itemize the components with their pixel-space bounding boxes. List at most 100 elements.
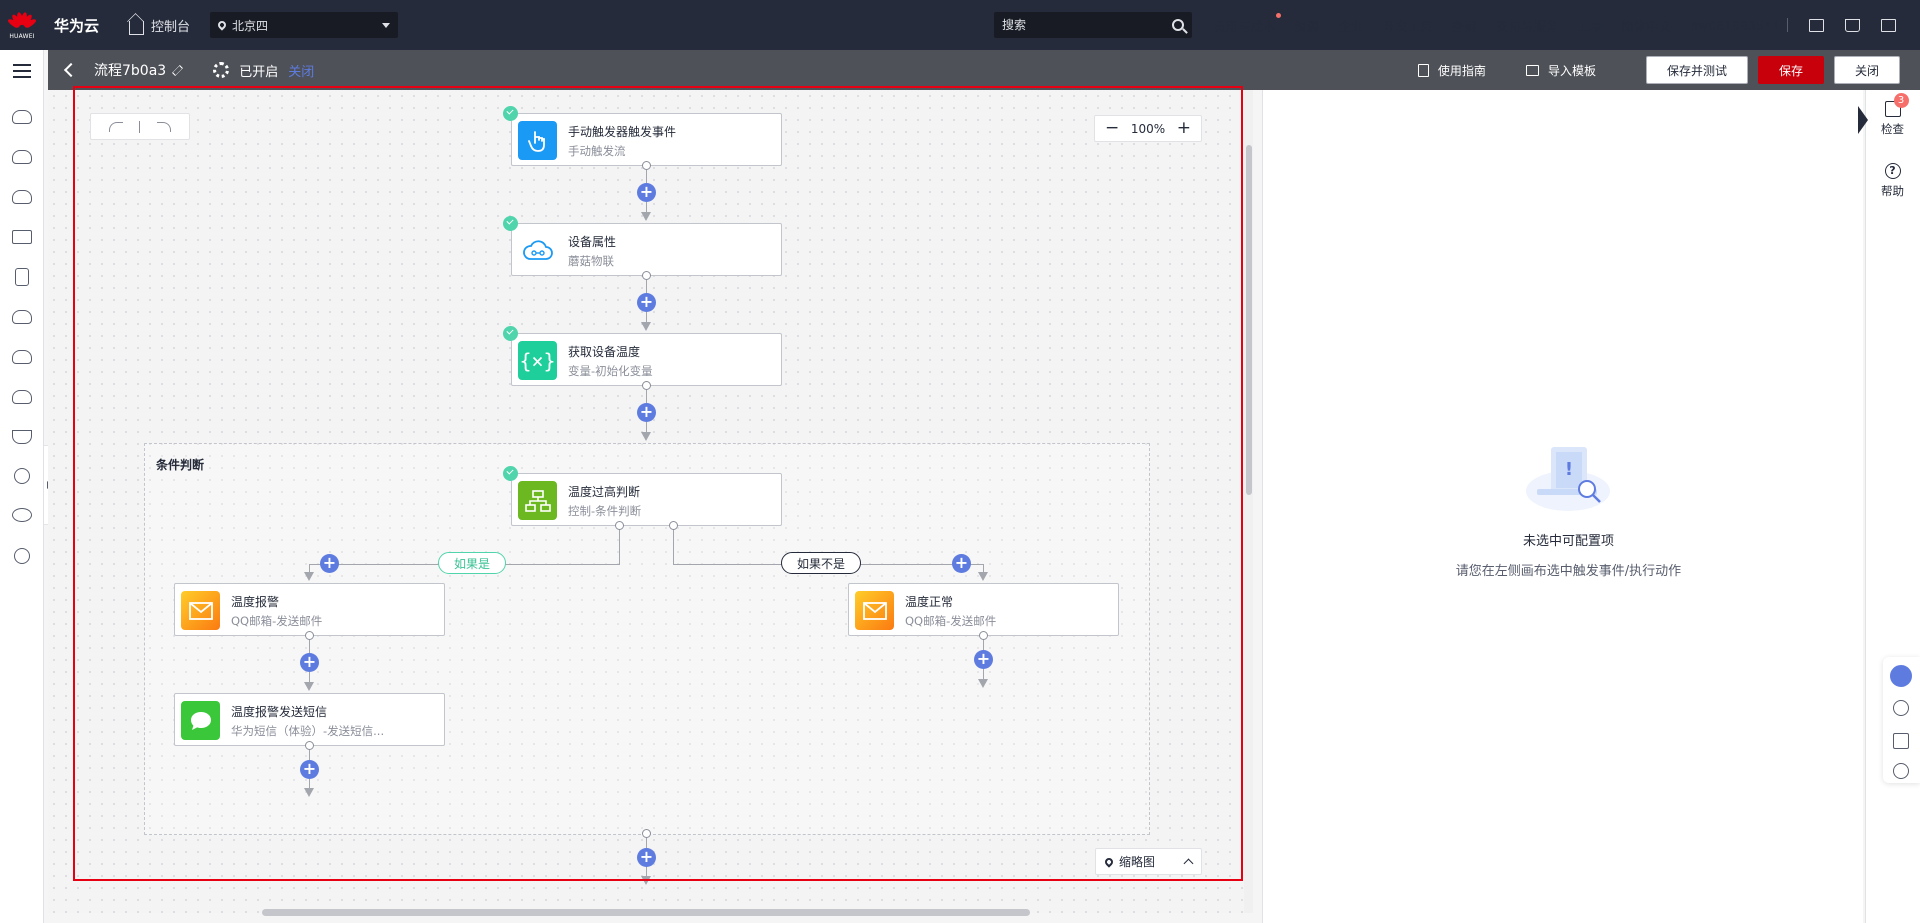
add-step-button[interactable]: + <box>952 554 971 573</box>
branch-no-port[interactable] <box>669 521 678 530</box>
zoom-out-button[interactable]: − <box>1105 120 1119 137</box>
check-tool[interactable]: 3 检查 <box>1865 93 1920 137</box>
node-title: 温度正常 <box>905 595 954 609</box>
huawei-logo[interactable]: HUAWEI <box>0 0 44 50</box>
cloud-service-icon[interactable] <box>12 350 32 364</box>
add-step-button[interactable]: + <box>637 403 656 422</box>
import-template-link[interactable]: 导入模板 <box>1525 62 1596 79</box>
nav-link-language[interactable]: 简体中文 <box>1621 16 1671 35</box>
node-subtitle: 华为短信（体验）-发送短信... <box>231 724 385 738</box>
add-step-button[interactable]: + <box>637 293 656 312</box>
flow-node-condition[interactable]: 温度过高判断 控制-条件判断 <box>511 473 782 526</box>
anchor-service-icon[interactable] <box>12 430 32 444</box>
save-and-test-button[interactable]: 保存并测试 <box>1645 56 1748 84</box>
location-pin-icon <box>1103 855 1115 868</box>
edit-name-icon[interactable] <box>172 64 184 76</box>
user-guide-label: 使用指南 <box>1437 63 1486 78</box>
branch-no-tag[interactable]: 如果不是 <box>781 552 861 574</box>
feedback-edit-icon[interactable] <box>1893 733 1909 749</box>
cart-icon[interactable] <box>1845 18 1860 32</box>
add-step-button[interactable]: + <box>974 650 993 669</box>
svg-text:!: ! <box>1565 459 1573 480</box>
search-icon[interactable] <box>1172 19 1184 31</box>
console-link[interactable]: 控制台 <box>129 16 190 35</box>
empty-state-title: 未选中可配置项 <box>1522 534 1614 549</box>
canvas-horizontal-scroll-thumb[interactable] <box>262 909 1030 916</box>
document-service-icon[interactable] <box>15 268 29 286</box>
nav-link-tickets[interactable]: 工单 <box>1577 16 1602 35</box>
node-title: 温度报警发送短信 <box>231 705 328 719</box>
canvas-vertical-scroll-thumb[interactable] <box>1246 145 1252 495</box>
add-step-button[interactable]: + <box>320 554 339 573</box>
nav-link-enterprise[interactable]: 企业 <box>1339 16 1364 35</box>
folder-icon <box>1525 64 1539 76</box>
flow-node-alarm-email[interactable]: 温度报警 QQ邮箱-发送邮件 <box>174 583 445 636</box>
nav-link-support[interactable]: 支持与服务 <box>1496 16 1559 35</box>
redo-icon[interactable] <box>156 121 171 132</box>
cloud-service-icon[interactable] <box>12 150 32 164</box>
menu-icon[interactable] <box>13 64 31 66</box>
add-step-button[interactable]: + <box>637 183 656 202</box>
region-select[interactable]: 北京四 <box>210 12 399 38</box>
group-output-port[interactable] <box>642 829 651 838</box>
zoom-in-button[interactable]: + <box>1177 120 1191 137</box>
cloud-service-icon[interactable] <box>12 390 32 404</box>
disable-flow-link[interactable]: 关闭 <box>288 61 314 80</box>
caret-down-icon <box>382 22 391 28</box>
nav-link-devtools[interactable]: 开发工具 <box>1383 16 1433 35</box>
global-search[interactable] <box>994 12 1192 38</box>
node-subtitle: 变量-初始化变量 <box>568 364 653 378</box>
cloud-service-icon[interactable] <box>12 190 32 204</box>
side-toolbar <box>1865 90 1920 923</box>
cloud-service-icon[interactable] <box>12 110 32 124</box>
zoom-control: − 100% + <box>1094 115 1202 142</box>
flow-node-device-property[interactable]: 设备属性 蘑菇物联 <box>511 223 782 276</box>
nav-link-cost[interactable]: 费用与成本 <box>1213 12 1280 35</box>
node-valid-check-icon <box>503 216 518 231</box>
node-output-port[interactable] <box>642 161 651 170</box>
flow-node-manual-trigger[interactable]: 手动触发器触发事件 手动触发流 <box>511 113 782 166</box>
smile-icon[interactable] <box>1893 763 1909 779</box>
user-guide-link[interactable]: 使用指南 <box>1417 62 1486 79</box>
node-output-port[interactable] <box>642 381 651 390</box>
add-step-button[interactable]: + <box>300 760 319 779</box>
status-icon <box>213 62 230 78</box>
flow-node-get-temperature[interactable]: {×} 获取设备温度 变量-初始化变量 <box>511 333 782 386</box>
terminal-icon[interactable] <box>1809 18 1824 32</box>
node-output-port[interactable] <box>979 631 988 640</box>
undo-icon[interactable] <box>109 121 124 132</box>
node-title: 温度报警 <box>231 595 280 609</box>
flow-node-normal-email[interactable]: 温度正常 QQ邮箱-发送邮件 <box>848 583 1119 636</box>
nav-link-resources[interactable]: 资源 <box>1295 16 1320 35</box>
variable-braces-glyph: {×} <box>519 348 556 373</box>
globe-icon[interactable] <box>14 548 30 564</box>
ip-service-icon[interactable] <box>14 468 30 484</box>
cluster-service-icon[interactable] <box>12 508 32 522</box>
help-icon: ? <box>1884 163 1901 179</box>
minimap-toggle[interactable]: 缩略图 <box>1095 848 1202 875</box>
connector-line <box>619 525 620 564</box>
node-output-port[interactable] <box>305 741 314 750</box>
add-step-button[interactable]: + <box>637 848 656 867</box>
branch-yes-tag[interactable]: 如果是 <box>438 552 506 574</box>
cloud-service-icon[interactable] <box>12 310 32 324</box>
add-step-button[interactable]: + <box>300 653 319 672</box>
brand-name[interactable]: 华为云 <box>54 15 99 36</box>
search-input[interactable] <box>1002 18 1162 32</box>
save-button[interactable]: 保存 <box>1757 56 1824 84</box>
node-output-port[interactable] <box>305 631 314 640</box>
nav-link-filing[interactable]: 备案 <box>1452 16 1477 35</box>
connector-arrow <box>978 679 988 688</box>
network-service-icon[interactable] <box>12 230 32 244</box>
branch-yes-port[interactable] <box>615 521 624 530</box>
help-tool[interactable]: ? 帮助 <box>1865 163 1920 199</box>
zoom-level: 100% <box>1130 121 1166 136</box>
node-output-port[interactable] <box>642 271 651 280</box>
close-button[interactable]: 关闭 <box>1833 56 1900 84</box>
question-icon[interactable] <box>1893 700 1909 716</box>
back-icon[interactable] <box>63 62 79 78</box>
flow-node-alarm-sms[interactable]: 温度报警发送短信 华为短信（体验）-发送短信... <box>174 693 445 746</box>
mail-icon[interactable] <box>1881 18 1896 32</box>
connector-arrow <box>641 432 651 441</box>
customer-service-icon[interactable] <box>1890 665 1912 687</box>
